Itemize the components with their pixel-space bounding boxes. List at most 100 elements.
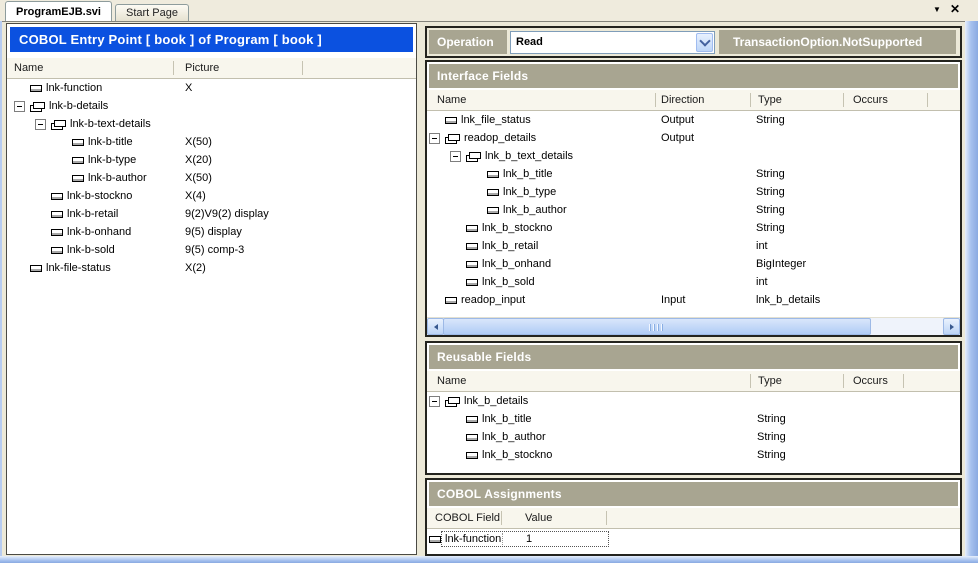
scrollbar-grip [649,324,665,331]
field-name: readop_details [464,132,536,144]
table-row[interactable]: lnk_b_title String [427,410,960,428]
field-icon [51,211,63,218]
field-icon [487,171,499,178]
table-row[interactable]: lnk-function X [7,79,416,97]
scrollbar-thumb[interactable] [443,318,871,335]
field-name: lnk-b-text-details [70,118,151,130]
field-name: lnk_b_title [503,168,553,180]
column-separator[interactable] [843,374,844,388]
table-row[interactable]: lnk-b-author X(50) [7,169,416,187]
table-row[interactable]: lnk-b-type X(20) [7,151,416,169]
table-row[interactable]: lnk_b_onhand BigInteger [427,255,960,273]
group-icon [51,119,66,130]
table-row[interactable]: lnk_b_retail int [427,237,960,255]
table-row[interactable]: lnk_b_stockno String [427,446,960,464]
field-name: lnk-b-title [88,136,133,148]
collapse-icon[interactable] [14,101,25,112]
column-separator[interactable] [173,61,174,75]
table-row[interactable]: lnk-b-title X(50) [7,133,416,151]
field-name: readop_input [461,294,525,306]
table-row[interactable]: lnk-b-text-details [7,115,416,133]
field-icon [72,139,84,146]
field-icon [466,261,478,268]
picture-value: X(20) [185,151,212,169]
column-separator[interactable] [750,93,751,107]
tab-list-dropdown-icon[interactable]: ▼ [933,5,941,14]
column-separator[interactable] [302,61,303,75]
table-row[interactable]: lnk_file_status Output String [427,111,960,129]
interface-fields-panel: Interface Fields Name Direction Type Occ… [425,60,962,337]
group-icon [445,133,460,144]
field-icon [72,175,84,182]
scroll-right-button[interactable] [943,318,960,335]
collapse-icon[interactable] [429,396,440,407]
table-row[interactable]: lnk_b_sold int [427,273,960,291]
table-row[interactable]: lnk-b-onhand 9(5) display [7,223,416,241]
field-icon [445,117,457,124]
table-row[interactable]: lnk-file-status X(2) [7,259,416,277]
section-title: Reusable Fields [429,345,958,369]
column-separator[interactable] [750,374,751,388]
operation-selected-value: Read [516,36,543,48]
direction-value: Output [661,111,694,129]
column-separator[interactable] [927,93,928,107]
field-name: lnk_b_details [464,395,528,407]
table-row[interactable]: lnk_b_stockno String [427,219,960,237]
type-value: int [756,237,768,255]
table-row[interactable]: lnk-b-stockno X(4) [7,187,416,205]
field-name: lnk_b_author [503,204,567,216]
close-icon[interactable]: ✕ [950,2,960,16]
table-row[interactable]: lnk_b_author String [427,201,960,219]
table-row[interactable]: lnk-b-details [7,97,416,115]
column-header-occurs: Occurs [853,371,888,391]
collapse-icon[interactable] [429,133,440,144]
window-frame-right [965,21,978,563]
horizontal-scrollbar[interactable] [427,317,960,335]
operation-select[interactable]: Read [510,31,715,54]
selected-cell-focus[interactable]: lnk-function 1 [441,531,609,547]
table-row[interactable]: readop_details Output [427,129,960,147]
column-separator[interactable] [843,93,844,107]
field-name: lnk_b_sold [482,276,535,288]
table-row[interactable]: lnk_b_details [427,392,960,410]
picture-value: 9(2)V9(2) display [185,205,269,223]
table-row[interactable]: lnk_b_title String [427,165,960,183]
scroll-left-button[interactable] [427,318,444,335]
window-frame-left [0,21,2,563]
table-row[interactable]: lnk_b_author String [427,428,960,446]
collapse-icon[interactable] [35,119,46,130]
table-row[interactable]: lnk_b_type String [427,183,960,201]
column-header-direction: Direction [661,90,704,110]
left-table-header: Name Picture [7,58,416,79]
field-name: lnk-b-onhand [67,226,131,238]
field-name: lnk_b_retail [482,240,538,252]
field-icon [30,265,42,272]
operation-bar: Operation Read TransactionOption.NotSupp… [425,26,962,58]
field-icon [466,434,478,441]
table-row[interactable]: lnk-b-retail 9(2)V9(2) display [7,205,416,223]
table-row[interactable]: readop_input Input lnk_b_details [427,291,960,309]
cell-divider [502,533,503,545]
column-separator[interactable] [655,93,656,107]
field-name: lnk-b-details [49,100,108,112]
type-value: String [756,165,785,183]
tab-programejb[interactable]: ProgramEJB.svi [5,1,112,21]
picture-value: 9(5) display [185,223,242,241]
transaction-option-label: TransactionOption.NotSupported [719,30,956,54]
picture-value: X(50) [185,133,212,151]
table-row[interactable]: lnk-function 1 [427,531,960,548]
collapse-icon[interactable] [450,151,461,162]
column-header-name: Name [14,58,43,78]
field-name: lnk_b_stockno [482,449,552,461]
field-name: lnk-b-stockno [67,190,132,202]
combo-dropdown-button[interactable] [696,33,713,52]
table-row[interactable]: lnk_b_text_details [427,147,960,165]
column-separator[interactable] [903,374,904,388]
picture-value: X [185,79,192,97]
type-value: String [756,111,785,129]
operation-label: Operation [429,30,507,54]
tab-start-page[interactable]: Start Page [115,4,189,21]
table-row[interactable]: lnk-b-sold 9(5) comp-3 [7,241,416,259]
column-separator[interactable] [501,511,502,525]
column-separator[interactable] [606,511,607,525]
